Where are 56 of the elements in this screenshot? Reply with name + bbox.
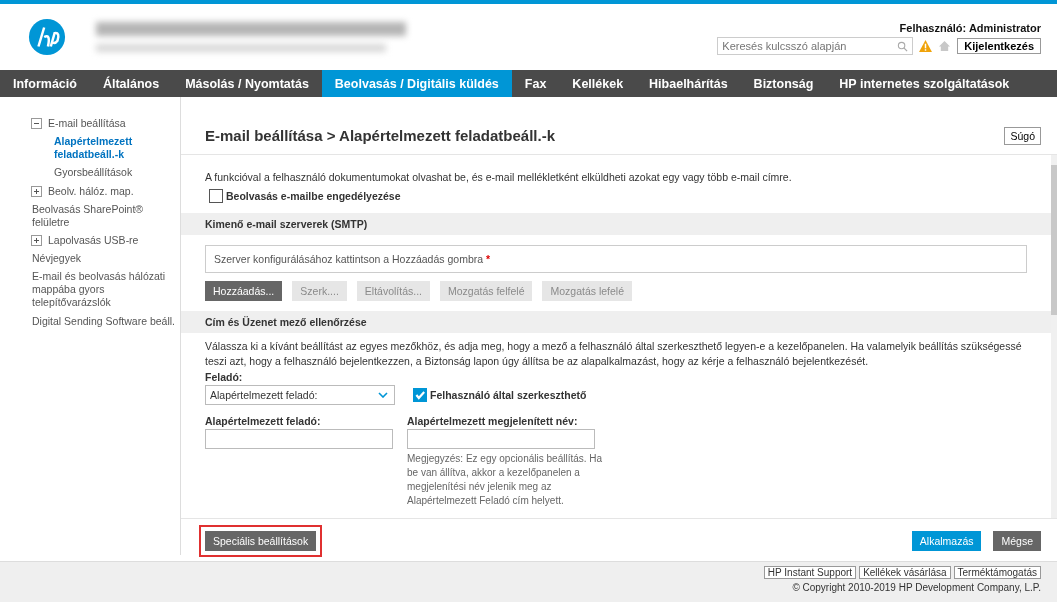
- nav-tab[interactable]: HP internetes szolgáltatások: [826, 70, 1023, 97]
- expand-icon[interactable]: [31, 185, 42, 197]
- sidebar-item[interactable]: Beolv. hálóz. map.: [48, 184, 134, 198]
- footer-link[interactable]: Kellékek vásárlása: [859, 566, 951, 579]
- nav-tab[interactable]: Fax: [511, 70, 560, 97]
- copyright-text: © Copyright 2010-2019 HP Development Company, L.P.: [792, 582, 1041, 593]
- sender-dropdown[interactable]: Alapértelmezett feladó:: [205, 384, 395, 405]
- nav-tab[interactable]: Másolás / Nyomtatás: [172, 70, 322, 97]
- server-placeholder: Szerver konfigurálásához kattintson a Hozzáadás gombra: [214, 253, 484, 266]
- sidebar-item[interactable]: E-mail és beolvasás hálózati mappába gyors telepítővarázslók: [4, 270, 180, 310]
- checkbox[interactable]: [413, 387, 427, 402]
- advanced-settings-button[interactable]: Speciális beállítások: [205, 531, 317, 551]
- field-label: Feladó:: [205, 370, 244, 383]
- nav-tab[interactable]: Kellékek: [559, 70, 637, 97]
- footer-link[interactable]: HP Instant Support: [763, 566, 857, 579]
- scrollbar[interactable]: [1051, 155, 1057, 518]
- home-icon[interactable]: [938, 40, 952, 52]
- required-mark: *: [486, 253, 491, 266]
- logo-icon: [28, 18, 66, 56]
- search-icon: [897, 41, 909, 52]
- sidebar-item[interactable]: Lapolvasás USB-re: [48, 233, 139, 247]
- sidebar-item[interactable]: Névjegyek: [4, 252, 82, 266]
- section-description: Válassza ki a kívánt beállítást az egyes mezőkhöz, és adja meg, hogy a mező a felhasználó által szerkeszthető legyen-e a kezelőpanelen. Ha valamelyik beállítás szükségessé teszi azt, hogy a felhasználó bejelentkezzen, a Biztonság lapon úgy állítsa be az alapalkalmazást, hogy az kérje a felhasználó bejelentkezését.: [205, 339, 1023, 369]
- sidebar-item[interactable]: Beolvasás SharePoint® felületre: [4, 202, 180, 229]
- nav-tab[interactable]: Hibaelhárítás: [636, 70, 741, 97]
- warning-icon[interactable]: [919, 40, 933, 52]
- checkbox[interactable]: [209, 189, 223, 204]
- field-label: Alapértelmezett megjelenített név:: [407, 414, 579, 427]
- nav-tab[interactable]: Információ: [0, 70, 90, 97]
- input-field[interactable]: [205, 428, 393, 449]
- help-button[interactable]: Súgó: [1004, 126, 1041, 145]
- nav-tab[interactable]: Általános: [89, 70, 173, 97]
- expand-icon[interactable]: [31, 234, 42, 246]
- note-text: Megjegyzés: Ez egy opcionális beállítás. Ha be van állítva, akkor a kezelőpanelen a megjelenítési név jelenik meg az Alapértelmezett Feladó cím helyett.: [407, 451, 604, 508]
- sidebar-item[interactable]: Digital Sending Software beáll.: [4, 314, 175, 328]
- intro-text: A funkcióval a felhasználó dokumentumokat olvashat be, és e-mail mellékletként elküldheti azokat egy vagy több e-mail címre.: [205, 171, 793, 184]
- sidebar-subitem[interactable]: Alapértelmezett feladatbeáll.-k: [4, 135, 180, 162]
- field-label: Alapértelmezett feladó:: [205, 414, 322, 427]
- server-action-button[interactable]: Hozzáadás...: [205, 281, 283, 302]
- chevron-down-icon: [378, 391, 388, 398]
- server-list-field[interactable]: Szerver konfigurálásához kattintson a Hozzáadás gombra *: [205, 245, 1027, 274]
- page-title: E-mail beállítása > Alapértelmezett feladatbeáll.-k: [205, 127, 555, 145]
- nav-tab[interactable]: Biztonság: [740, 70, 827, 97]
- sidebar-item[interactable]: E-mail beállítása: [48, 117, 126, 131]
- footer-link[interactable]: Terméktámogatás: [953, 566, 1041, 579]
- collapse-icon[interactable]: [31, 118, 42, 129]
- search-field[interactable]: Keresés kulcsszó alapján: [717, 37, 914, 55]
- section-heading: Kimenő e-mail szerverek (SMTP): [181, 213, 1051, 236]
- checkbox-label: Felhasználó által szerkeszthető: [430, 388, 587, 401]
- logout-button[interactable]: Kijelentkezés: [957, 38, 1041, 54]
- input-field[interactable]: [407, 428, 595, 449]
- checkbox-label: Beolvasás e-mailbe engedélyezése: [226, 190, 401, 203]
- sidebar-subitem[interactable]: Gyorsbeállítások: [4, 166, 180, 180]
- cancel-button[interactable]: Mégse: [993, 531, 1041, 551]
- section-heading: Cím és Üzenet mező ellenőrzése: [181, 311, 1051, 334]
- user-label: Felhasználó: Administrator: [899, 22, 1041, 34]
